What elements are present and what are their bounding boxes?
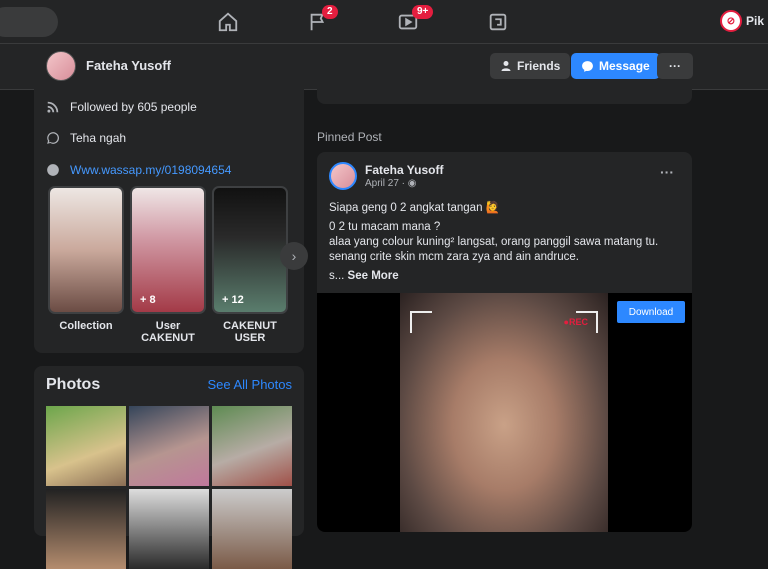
globe-icon: ◉ (407, 178, 417, 189)
watch-icon[interactable]: 9+ (388, 5, 434, 36)
highlight-collection[interactable] (48, 186, 124, 314)
post-options-button[interactable]: ··· (660, 164, 674, 180)
post-date[interactable]: April 27 · ◉ (365, 178, 417, 189)
see-all-photos-link[interactable]: See All Photos (207, 377, 292, 392)
person-icon (501, 61, 511, 71)
notification-badge: 9+ (412, 5, 434, 19)
highlight-user-cakenut[interactable]: + 8 (130, 186, 206, 314)
highlight-count: + 12 (222, 294, 244, 306)
video-thumbnail[interactable]: ●REC (400, 293, 608, 532)
flag-icon[interactable]: 2 (298, 5, 338, 36)
website-row: Www.wassap.my/0198094654 (46, 163, 231, 177)
frame-corner (410, 311, 432, 333)
photo-thumbnail[interactable] (46, 406, 126, 486)
post-media[interactable]: ●REC Download (317, 293, 692, 532)
account-chip[interactable]: ⊘ Pik (719, 10, 764, 32)
photo-thumbnail[interactable] (129, 406, 209, 486)
pinned-post-heading: Pinned Post (317, 130, 382, 144)
post-date-text: April 27 · (365, 178, 408, 189)
account-name: Pik (745, 14, 764, 28)
highlight-cakenut-user[interactable]: + 12 (212, 186, 288, 314)
post-line: 0 2 tu macam mana ? (329, 221, 441, 233)
messenger-icon (582, 60, 593, 72)
post-line: alaa yang colour kuning² langsat, orang … (329, 236, 659, 248)
rec-indicator: ●REC (563, 317, 588, 327)
intro-card: Followed by 605 people Teha ngah Www.was… (34, 88, 308, 353)
see-more-link[interactable]: See More (348, 270, 399, 282)
photos-title: Photos (46, 376, 101, 393)
highlight-label: Collection (59, 320, 113, 332)
post-line: senang crite skin mcm zara zya and ain a… (329, 251, 579, 263)
gaming-icon[interactable] (478, 8, 518, 36)
photo-thumbnail[interactable] (212, 489, 292, 569)
post-author-name[interactable]: Fateha Yusoff (365, 163, 443, 177)
avatar: ⊘ (719, 10, 742, 32)
globe-icon (47, 164, 59, 176)
website-link[interactable]: Www.wassap.my/0198094654 (70, 163, 231, 177)
highlight-label: User CAKENUT (141, 320, 195, 344)
home-icon[interactable] (208, 8, 248, 36)
search-input[interactable] (0, 7, 58, 37)
posts-filter-card (317, 88, 692, 104)
followers-row: Followed by 605 people (46, 100, 197, 114)
see-more-row: s... See More (329, 270, 399, 282)
bio-text: Teha ngah (70, 131, 127, 145)
profile-avatar[interactable] (46, 51, 76, 81)
post-line: Siapa geng 0 2 angkat tangan 🙋 (329, 202, 500, 214)
photo-thumbnail[interactable] (129, 489, 209, 569)
followers-text: Followed by 605 people (70, 100, 197, 114)
highlight-count: + 8 (140, 294, 156, 306)
whatsapp-icon (47, 132, 60, 144)
notification-badge: 2 (322, 5, 338, 19)
profile-sticky-header: Fateha Yusoff Friends Message ··· (0, 44, 768, 90)
highlight-label: CAKENUT USER (223, 320, 277, 344)
photos-card: Photos See All Photos (34, 366, 304, 569)
profile-name[interactable]: Fateha Yusoff (86, 58, 171, 73)
download-button[interactable]: Download (617, 301, 685, 323)
chevron-right-icon[interactable]: › (280, 242, 308, 270)
post-author-avatar[interactable] (329, 162, 357, 190)
more-options-button[interactable]: ··· (657, 53, 693, 79)
message-button[interactable]: Message (571, 53, 660, 79)
rss-icon (47, 101, 59, 113)
bio-row: Teha ngah (46, 131, 126, 145)
photo-thumbnail[interactable] (46, 489, 126, 569)
pinned-post: Fateha Yusoff April 27 · ◉ ··· Siapa gen… (317, 152, 692, 532)
photo-thumbnail[interactable] (212, 406, 292, 486)
top-navigation-bar: 2 9+ ⊘ Pik (0, 0, 768, 44)
story-highlights: + 8 + 12 (48, 186, 288, 314)
message-button-label: Message (599, 59, 650, 73)
truncated-text: s... (329, 270, 348, 282)
friends-button[interactable]: Friends (490, 53, 571, 79)
friends-button-label: Friends (517, 59, 561, 73)
